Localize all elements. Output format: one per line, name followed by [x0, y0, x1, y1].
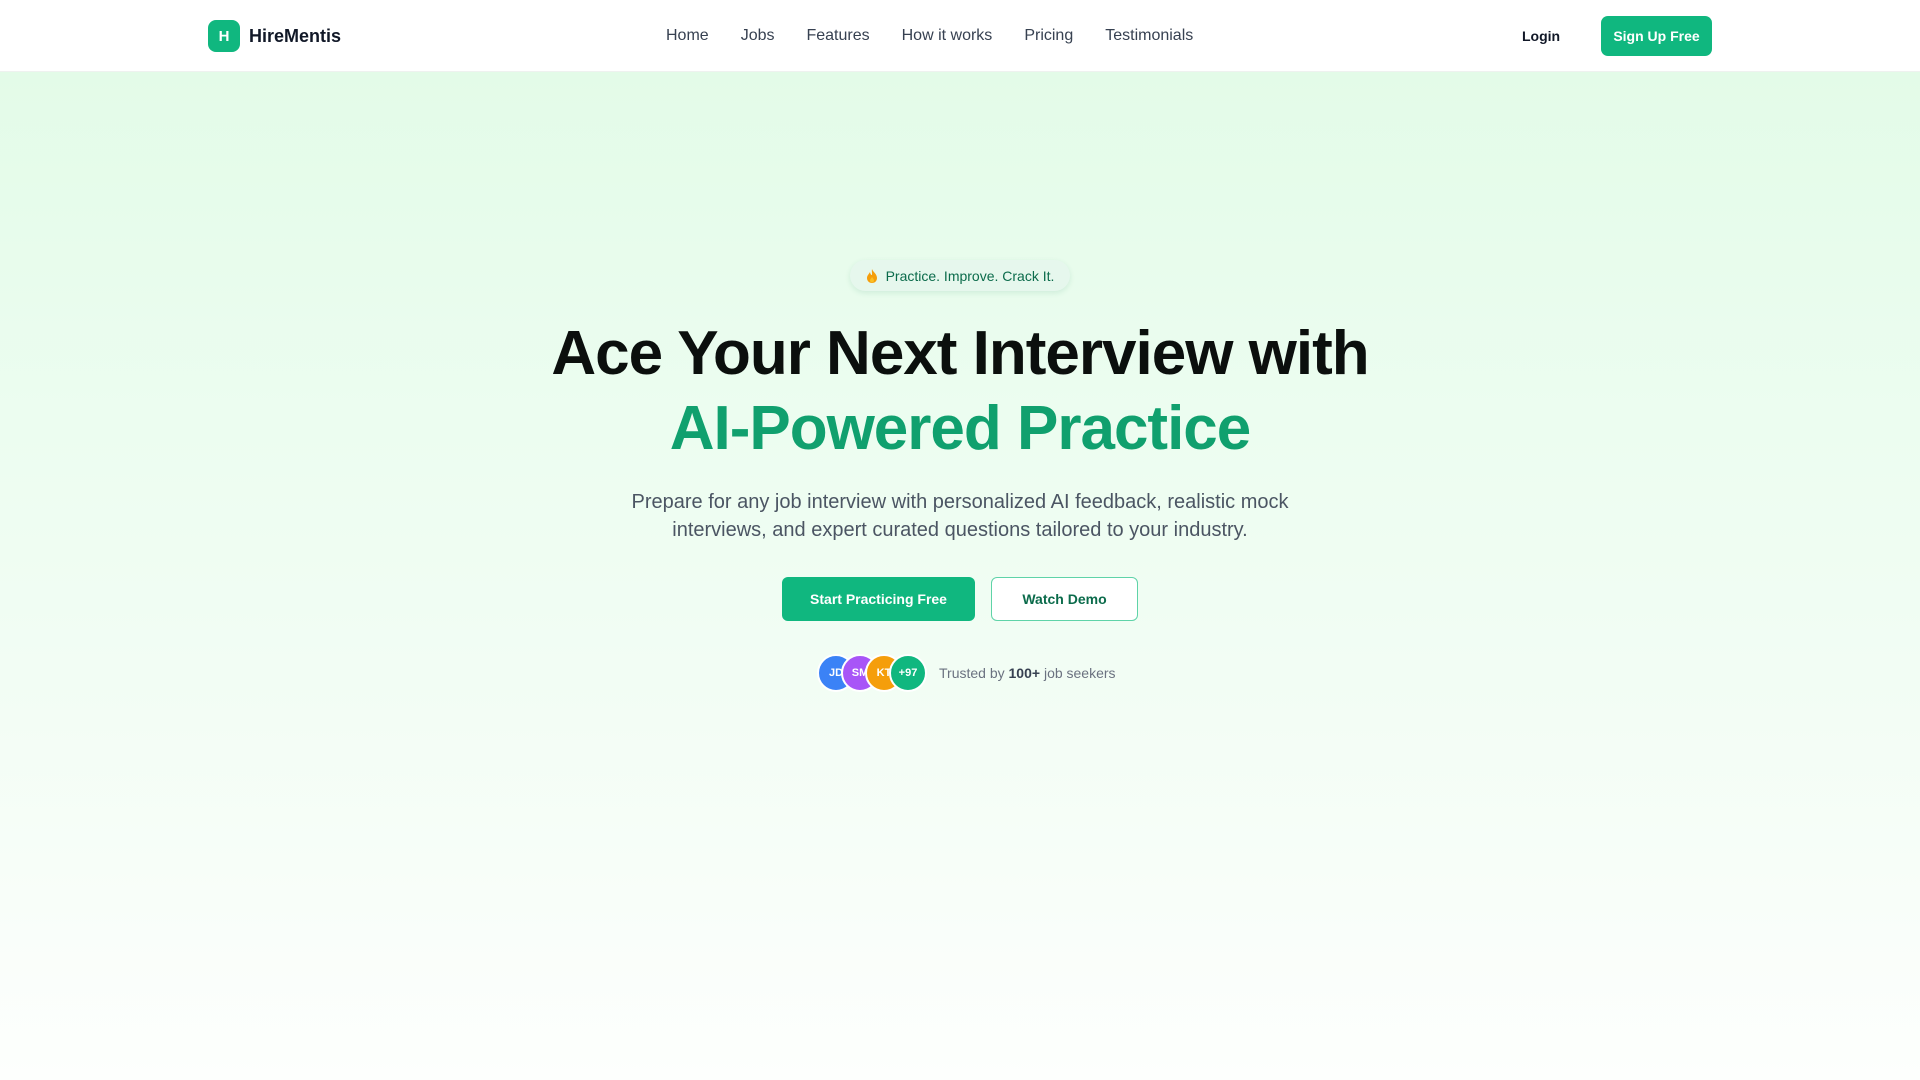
tagline-text: Practice. Improve. Crack It. [885, 267, 1055, 284]
nav-how-it-works[interactable]: How it works [902, 27, 993, 45]
tagline-badge: Practice. Improve. Crack It. [850, 260, 1070, 291]
landing-page: H HireMentis Home Jobs Features How it w… [0, 0, 1920, 1080]
nav-pricing[interactable]: Pricing [1024, 27, 1073, 45]
avatar-stack: JD SM KT +97 [817, 654, 927, 692]
main-nav: Home Jobs Features How it works Pricing … [666, 24, 1193, 48]
hero-headline-highlight: AI-Powered Practice [669, 394, 1252, 463]
nav-jobs[interactable]: Jobs [741, 27, 775, 45]
logo-mark-icon: H [208, 20, 240, 52]
brand-name: HireMentis [249, 25, 342, 46]
hero-subtitle: Prepare for any job interview with perso… [631, 491, 1289, 541]
nav-features[interactable]: Features [806, 27, 869, 45]
trust-count: 100+ [1008, 665, 1041, 681]
trust-text: Trusted by 100+ job seekers [939, 665, 1116, 681]
flame-icon [866, 268, 877, 283]
top-navbar: H HireMentis Home Jobs Features How it w… [0, 0, 1920, 72]
social-proof: JD SM KT +97 Trusted by 100+ job seekers [817, 654, 1116, 692]
avatar-count: +97 [889, 654, 927, 692]
brand-logo[interactable]: H HireMentis [208, 20, 341, 52]
trust-prefix: Trusted by [939, 665, 1009, 681]
hero-headline: Ace Your Next Interview with [551, 319, 1369, 388]
nav-testimonials[interactable]: Testimonials [1105, 27, 1193, 45]
trust-suffix: job seekers [1040, 665, 1116, 681]
login-link[interactable]: Login [1522, 24, 1560, 48]
sign-up-button[interactable]: Sign Up Free [1601, 16, 1712, 56]
start-practicing-button[interactable]: Start Practicing Free [782, 577, 975, 621]
nav-home[interactable]: Home [666, 27, 709, 45]
watch-demo-button[interactable]: Watch Demo [991, 577, 1138, 621]
